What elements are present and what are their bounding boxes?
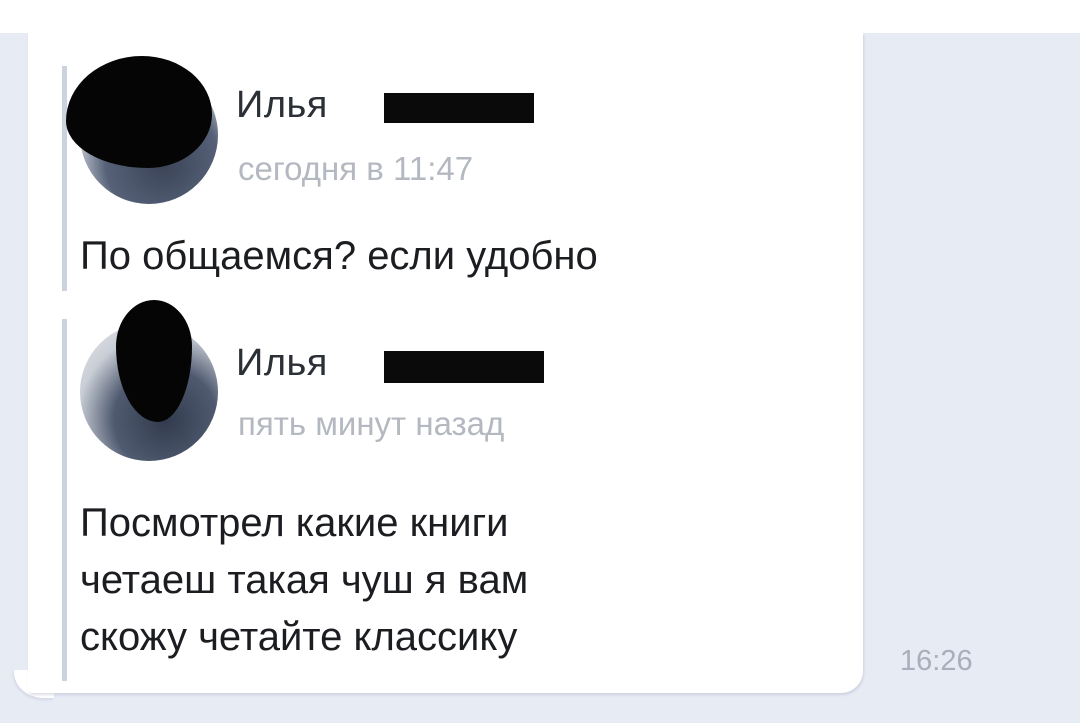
forward-bar <box>62 66 67 291</box>
message-text: Посмотрел какие книги четаеш такая чуш я… <box>80 501 529 659</box>
author-name[interactable]: Илья <box>236 342 328 385</box>
top-strip <box>0 0 1080 33</box>
message-timestamp: 16:26 <box>900 645 973 677</box>
message-time: сегодня в 11:47 <box>238 150 474 187</box>
message-time: пять минут назад <box>238 405 505 442</box>
redaction-bar <box>384 351 544 383</box>
forward-bar <box>62 319 67 681</box>
message-text: По общаемся? если удобно <box>80 234 598 278</box>
redaction-bar <box>384 93 534 123</box>
author-name[interactable]: Илья <box>236 84 328 127</box>
